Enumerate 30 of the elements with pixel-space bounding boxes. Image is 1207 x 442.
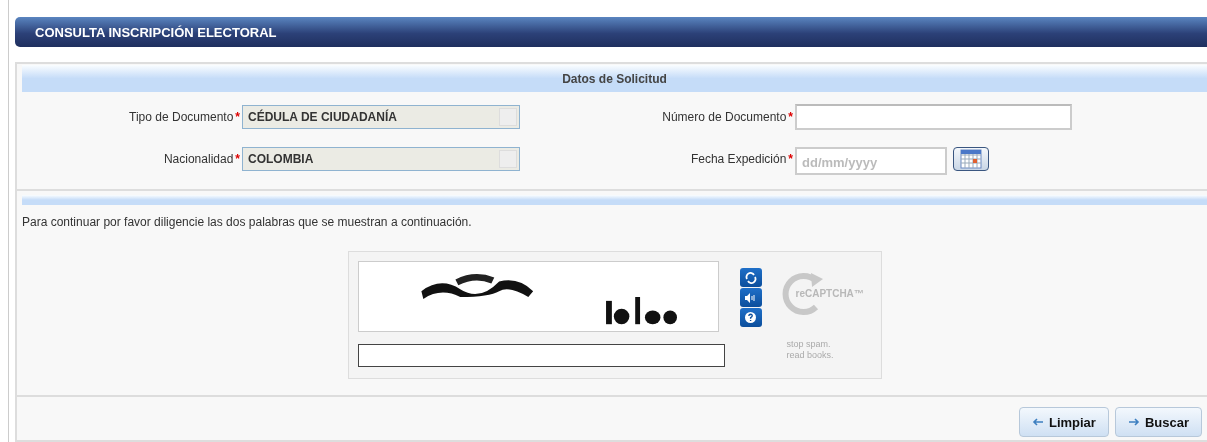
captcha-tagline: stop spam. read books. — [786, 339, 835, 361]
field-label: Número de Documento — [662, 110, 787, 124]
dropdown[interactable]: COLOMBIA — [242, 146, 520, 171]
clear-button[interactable]: Limpiar — [1018, 407, 1109, 437]
field-label: Nacionalidad — [163, 151, 234, 166]
input-field[interactable] — [795, 104, 1072, 130]
instruction-text: Para continuar por favor diligencie las dos palabras que se muestran a continuación. — [21, 214, 473, 229]
required-mark: * — [788, 110, 793, 124]
dropdown[interactable]: CÉDULA DE CIUDADANÍA — [242, 105, 520, 129]
date-field[interactable]: dd/mm/yyyy — [795, 147, 947, 175]
calendar-button[interactable] — [953, 147, 989, 171]
required-mark: * — [235, 151, 240, 166]
section-title: Datos de Solicitud — [22, 65, 1207, 92]
calendar-icon — [960, 149, 982, 169]
required-mark: * — [235, 110, 240, 124]
field-label: Fecha Expedición — [690, 151, 787, 166]
captcha-logo: reCAPTCHA™ — [795, 288, 864, 299]
captcha-input[interactable] — [357, 344, 725, 367]
speaker-icon — [744, 292, 757, 303]
left-arrow-icon — [1031, 417, 1044, 427]
audio-button[interactable] — [739, 288, 762, 307]
field-label: Tipo de Documento — [129, 110, 234, 124]
page-title: CONSULTA INSCRIPCIÓN ELECTORAL — [15, 17, 1207, 47]
required-mark: * — [788, 151, 793, 166]
help-icon — [745, 312, 756, 323]
help-button[interactable] — [739, 308, 762, 327]
refresh-icon — [744, 271, 757, 284]
search-button[interactable]: Buscar — [1114, 407, 1202, 437]
right-arrow-icon — [1127, 417, 1140, 427]
refresh-button[interactable] — [739, 268, 762, 287]
